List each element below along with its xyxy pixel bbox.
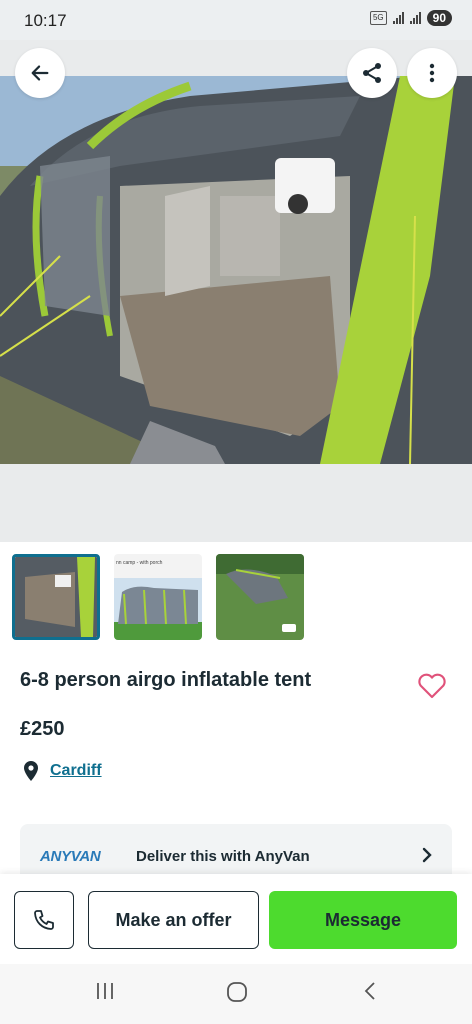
network-type: 5G: [369, 11, 387, 25]
thumbnail-strip: nn camp - with porch: [12, 554, 304, 640]
heart-icon: [418, 673, 446, 699]
system-back-icon[interactable]: [360, 980, 380, 1002]
location-link[interactable]: Cardiff: [50, 762, 102, 780]
thumbnail-2[interactable]: nn camp - with porch: [114, 554, 202, 640]
share-button[interactable]: [347, 48, 397, 98]
message-button[interactable]: Message: [269, 891, 457, 949]
thumbnail-2-caption: nn camp - with porch: [116, 560, 163, 566]
more-options-button[interactable]: [407, 48, 457, 98]
more-vertical-icon: [429, 63, 435, 83]
system-nav-bar: [0, 964, 472, 1024]
thumbnail-3-image: [216, 554, 304, 640]
battery-badge: 90: [426, 10, 452, 26]
status-time: 10:17: [24, 11, 67, 30]
listing-price: £250: [20, 718, 65, 740]
recent-apps-icon[interactable]: [94, 980, 116, 1002]
make-offer-button[interactable]: Make an offer: [88, 891, 259, 949]
back-button[interactable]: [15, 48, 65, 98]
thumbnail-3[interactable]: [216, 554, 304, 640]
favourite-button[interactable]: [416, 670, 448, 705]
anyvan-logo: ANYVAN: [40, 848, 101, 865]
back-arrow-icon: [31, 65, 49, 81]
listing-title: 6-8 person airgo inflatable tent: [20, 669, 312, 691]
phone-icon: [34, 910, 54, 930]
bottom-action-bar: Make an offer Message: [0, 874, 472, 964]
thumbnail-1[interactable]: [12, 554, 100, 640]
anyvan-delivery-text: Deliver this with AnyVan: [136, 848, 310, 865]
home-icon[interactable]: [225, 980, 249, 1004]
thumbnail-1-image: [15, 557, 97, 637]
call-button[interactable]: [14, 891, 74, 949]
signal-icon-2: [409, 12, 421, 24]
status-icons: 5G 90: [369, 10, 452, 26]
listing-location: Cardiff: [22, 760, 102, 782]
chevron-right-icon: [422, 847, 432, 863]
signal-icon: [392, 12, 404, 24]
main-listing-photo[interactable]: [0, 76, 472, 464]
thumbnail-2-image: [114, 578, 202, 640]
location-pin-icon: [24, 761, 38, 781]
share-icon: [363, 63, 381, 83]
status-bar: 10:17 5G 90: [0, 0, 472, 40]
